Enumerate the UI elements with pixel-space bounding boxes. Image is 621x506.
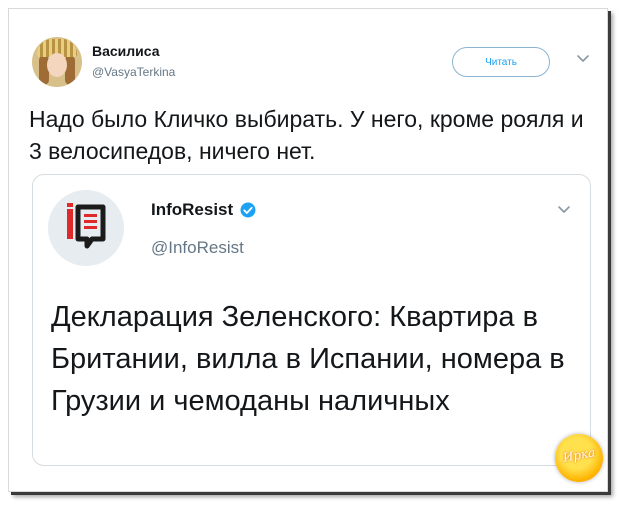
- quoted-tweet-text: Декларация Зеленского: Квартира в Британ…: [51, 301, 565, 417]
- quoted-author-handle[interactable]: @InfoResist: [151, 238, 244, 258]
- inforesist-logo-icon: [67, 203, 106, 249]
- chevron-down-icon[interactable]: [575, 50, 591, 66]
- author-handle[interactable]: @VasyaTerkina: [92, 65, 175, 79]
- chevron-down-icon[interactable]: [556, 201, 572, 217]
- follow-button[interactable]: Читать: [452, 47, 550, 77]
- author-name[interactable]: Василиса: [92, 43, 160, 59]
- author-avatar[interactable]: [32, 37, 82, 87]
- quoted-author-avatar[interactable]: [48, 190, 124, 266]
- quoted-author-name-text: InfoResist: [151, 200, 234, 219]
- watermark-text: Ирка: [561, 445, 597, 465]
- watermark-logo: Ирка: [555, 434, 603, 482]
- tweet-text: Надо было Кличко выбирать. У него, кроме…: [29, 106, 584, 164]
- quoted-author-name[interactable]: InfoResist: [151, 200, 257, 220]
- verified-badge-icon: [240, 202, 256, 218]
